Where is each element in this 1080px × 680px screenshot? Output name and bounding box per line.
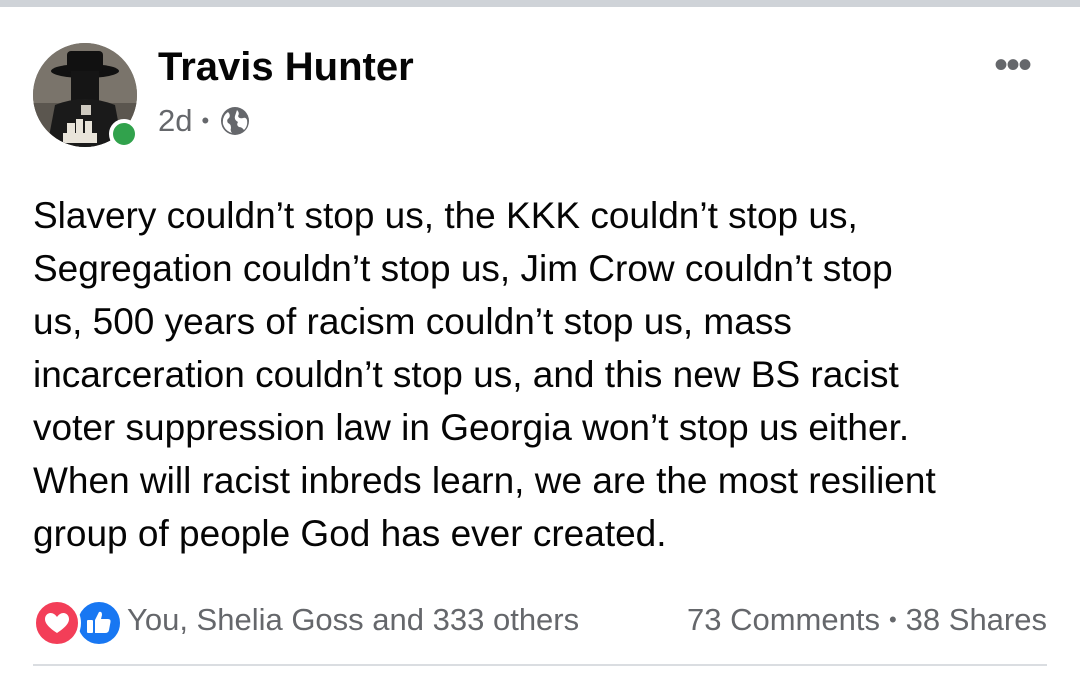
top-divider-strip (0, 0, 1080, 7)
post-text-line: When will racist inbreds learn, we are t… (33, 460, 936, 501)
engagement-counts: 73 Comments • 38 Shares (687, 595, 1047, 645)
author-name[interactable]: Travis Hunter (158, 43, 414, 91)
reactors-text[interactable]: You, Shelia Goss and 333 others (127, 602, 579, 638)
post-text-line: incarceration couldn’t stop us, and this… (33, 354, 899, 395)
love-reaction-icon (33, 599, 81, 647)
reaction-icons (33, 597, 123, 647)
comments-count[interactable]: 73 Comments (687, 602, 880, 638)
more-options-icon[interactable]: ••• (982, 45, 1042, 85)
post-text-line: Slavery couldn’t stop us, the KKK couldn… (33, 195, 858, 236)
post-text-line: us, 500 years of racism couldn’t stop us… (33, 301, 792, 342)
shares-count[interactable]: 38 Shares (906, 602, 1047, 638)
counts-separator: • (888, 607, 897, 632)
online-status-indicator (109, 119, 139, 149)
reactions-summary[interactable]: You, Shelia Goss and 333 others (33, 595, 579, 647)
footer-divider (33, 664, 1047, 666)
meta-separator: • (201, 108, 210, 133)
post-meta: 2d • (158, 101, 251, 141)
post-text-line: group of people God has ever created. (33, 513, 667, 554)
like-reaction-icon (75, 599, 123, 647)
post-text-line: Segregation couldn’t stop us, Jim Crow c… (33, 248, 893, 289)
post-text-line: voter suppression law in Georgia won’t s… (33, 407, 910, 448)
globe-icon[interactable] (219, 105, 251, 137)
author-avatar[interactable] (33, 43, 139, 149)
post-card: Travis Hunter 2d • ••• Slavery couldn’t … (0, 7, 1080, 680)
post-body: Slavery couldn’t stop us, the KKK couldn… (33, 189, 1063, 560)
post-timestamp[interactable]: 2d (158, 103, 192, 139)
